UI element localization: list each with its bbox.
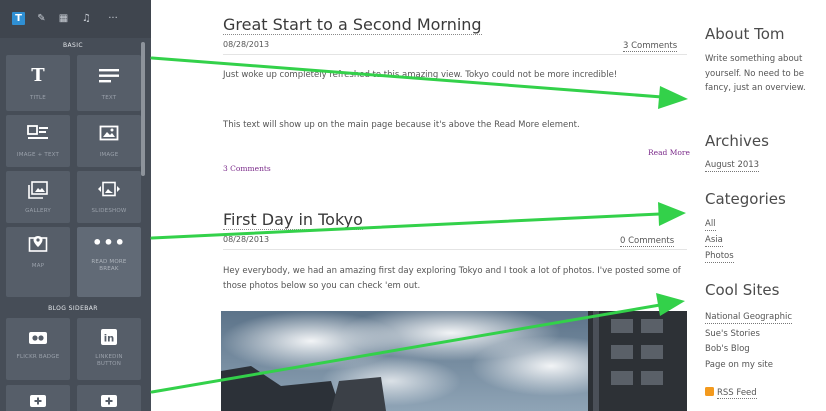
cool-site-link-bobs-blog[interactable]: Bob's Blog <box>705 343 750 356</box>
post-divider-2 <box>223 249 687 250</box>
cool-site-link-national-geographic[interactable]: National Geographic <box>705 312 793 324</box>
image-element-tile[interactable]: IMAGE <box>77 115 141 167</box>
tokyo-photo-image <box>221 311 687 411</box>
gallery-icon <box>6 181 70 199</box>
linkedin-icon: in <box>77 328 141 346</box>
cool-site-link-page-on-my-site[interactable]: Page on my site <box>705 359 773 372</box>
post-title-2[interactable]: First Day in Tokyo <box>223 211 363 230</box>
text-element-tile[interactable]: TEXT <box>77 55 141 111</box>
gallery-element-tile[interactable]: GALLERY <box>6 171 70 223</box>
flickr-badge-element-label: FLICKR BADGE <box>16 354 60 360</box>
slideshow-icon <box>77 181 141 199</box>
read-more-element-label: READ MORE BREAK <box>91 259 127 272</box>
archive-link-august-2013[interactable]: August 2013 <box>705 160 760 172</box>
basic-section-heading: BASIC <box>63 42 83 49</box>
panel-scrollbar[interactable] <box>141 42 145 176</box>
image-text-element-label: IMAGE + TEXT <box>16 152 60 158</box>
category-link-asia[interactable]: Asia <box>705 235 723 247</box>
title-element-tile[interactable]: T TITLE <box>6 55 70 111</box>
map-element-label: MAP <box>31 263 45 269</box>
post-comments-link-1[interactable]: 3 Comments <box>623 41 678 52</box>
text-lines-icon <box>77 68 141 86</box>
read-more-element-tile[interactable]: ••• READ MORE BREAK <box>77 227 141 297</box>
blog-sidebar-section-heading: BLOG SIDEBAR <box>48 305 98 312</box>
categories-heading: Categories <box>705 190 786 208</box>
cool-site-link-sues-stories[interactable]: Sue's Stories <box>705 328 760 341</box>
slideshow-element-label: SLIDESHOW <box>91 208 127 214</box>
pencil-tab-icon[interactable]: ✎ <box>35 12 48 25</box>
annotation-arrowhead-categories <box>658 202 686 226</box>
button-element-tile[interactable] <box>6 385 70 411</box>
post-body-1b: This text will show up on the main page … <box>223 120 580 130</box>
annotation-arrowhead-about <box>658 86 688 109</box>
post-body-2: Hey everybody, we had an amazing first d… <box>223 266 681 291</box>
image-icon <box>77 125 141 143</box>
slideshow-element-tile[interactable]: SLIDESHOW <box>77 171 141 223</box>
plus-box-icon <box>6 393 70 411</box>
map-element-tile[interactable]: MAP <box>6 227 70 297</box>
image-element-label: IMAGE <box>99 152 119 158</box>
post-comments-link-2[interactable]: 0 Comments <box>620 236 675 247</box>
ellipsis-icon: ••• <box>92 233 126 252</box>
flickr-icon <box>6 330 70 348</box>
post-date-1: 08/28/2013 <box>223 40 270 49</box>
svg-text:in: in <box>104 334 115 345</box>
text-element-label: TEXT <box>101 95 117 101</box>
plus-box-icon-2 <box>77 393 141 411</box>
image-text-element-tile[interactable]: IMAGE + TEXT <box>6 115 70 167</box>
text-tab-icon[interactable]: T <box>12 12 25 25</box>
category-link-all[interactable]: All <box>705 219 716 231</box>
about-heading: About Tom <box>705 25 785 43</box>
read-more-link[interactable]: Read More <box>648 148 690 157</box>
element-panel: T ✎ ▦ ♫ ··· BASIC T TITLE TEXT IMAGE + T… <box>0 0 151 411</box>
layout-tab-icon[interactable]: ▦ <box>57 12 70 25</box>
flickr-badge-element-tile[interactable]: FLICKR BADGE <box>6 318 70 380</box>
title-element-label: TITLE <box>30 95 46 101</box>
rss-feed-link[interactable]: RSS Feed <box>705 387 757 400</box>
about-text: Write something about yourself. No need … <box>705 54 806 93</box>
tokyo-photo <box>221 311 687 411</box>
post-divider-1 <box>223 54 687 55</box>
rss-icon <box>705 387 714 396</box>
panel-tab-bar: T ✎ ▦ ♫ ··· <box>0 0 151 38</box>
post-title-1[interactable]: Great Start to a Second Morning <box>223 16 482 35</box>
linkedin-button-element-label: LINKEDIN BUTTON <box>95 354 123 367</box>
post-footer-comments-link[interactable]: 3 Comments <box>223 164 271 173</box>
button-element-tile-2[interactable] <box>77 385 141 411</box>
rss-feed-label: RSS Feed <box>717 388 757 399</box>
post-date-2: 08/28/2013 <box>223 235 270 244</box>
title-icon: T <box>31 65 45 86</box>
image-text-icon <box>6 125 70 143</box>
more-tab-icon[interactable]: ··· <box>104 12 122 25</box>
map-icon <box>6 235 70 253</box>
gallery-element-label: GALLERY <box>25 208 51 214</box>
cool-sites-heading: Cool Sites <box>705 281 780 299</box>
archives-heading: Archives <box>705 132 769 150</box>
post-body-1a: Just woke up completely refreshed to thi… <box>223 70 618 80</box>
linkedin-button-element-tile[interactable]: in LINKEDIN BUTTON <box>77 318 141 380</box>
music-tab-icon[interactable]: ♫ <box>80 12 93 25</box>
category-link-photos[interactable]: Photos <box>705 251 734 263</box>
